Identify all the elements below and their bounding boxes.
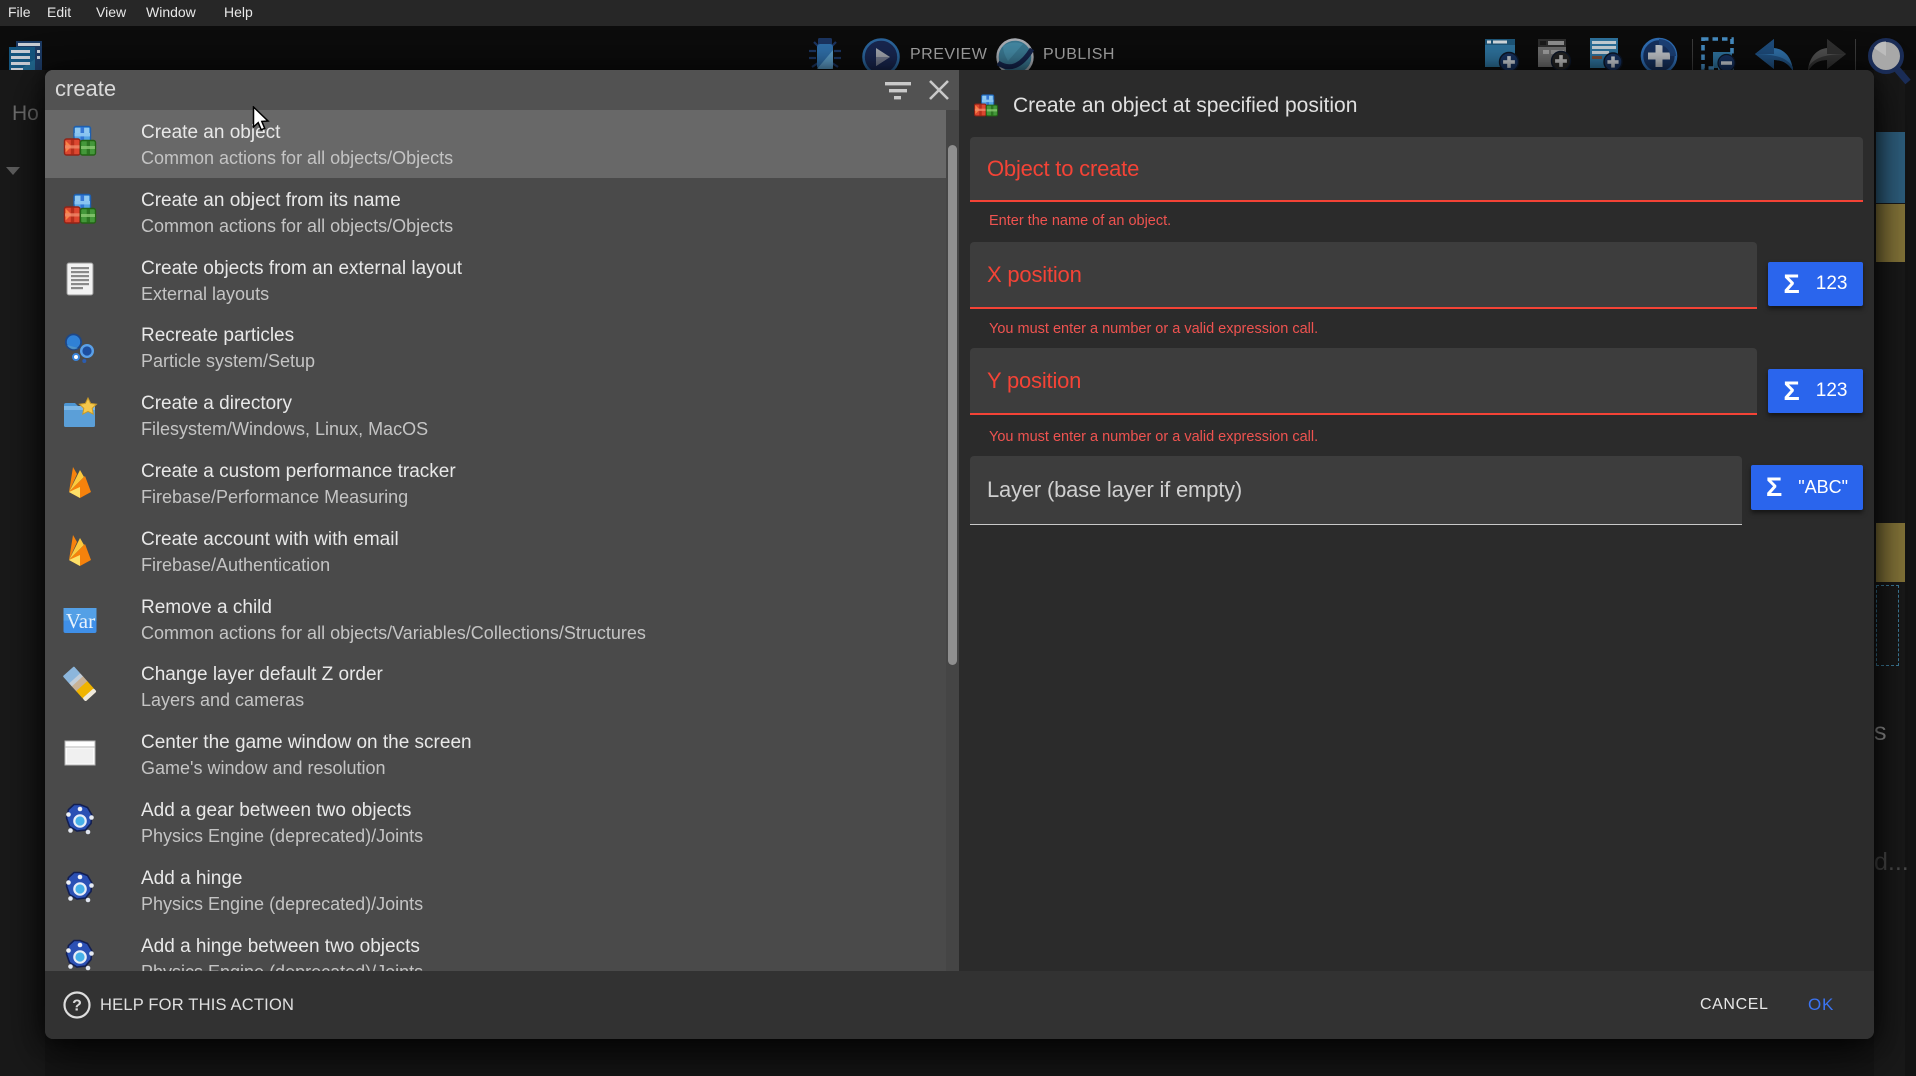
svg-text:Var: Var <box>66 609 95 633</box>
svg-text:?: ? <box>72 998 82 1015</box>
